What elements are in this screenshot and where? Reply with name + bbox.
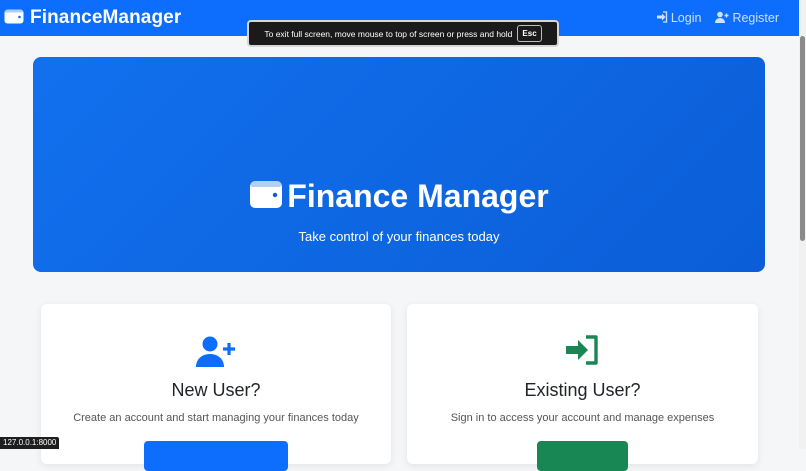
- new-user-title: New User?: [171, 380, 261, 400]
- hero-subtitle: Take control of your finances today: [298, 229, 500, 244]
- status-url: 127.0.0.1:8000: [0, 437, 60, 449]
- user-plus-icon: [715, 11, 729, 26]
- existing-user-card: Existing User? Sign in to access your ac…: [407, 304, 758, 471]
- nav-login-link[interactable]: Login: [656, 10, 702, 26]
- page-scrollbar[interactable]: [799, 0, 806, 449]
- sign-in-icon: [407, 335, 758, 365]
- login-icon: [656, 10, 668, 26]
- new-user-card: New User? Create an account and start ma…: [41, 304, 391, 471]
- nav-register-link[interactable]: Register: [715, 11, 779, 26]
- fullscreen-message: To exit full screen, move mouse to top o…: [264, 28, 513, 39]
- existing-user-text: Sign in to access your account and manag…: [450, 412, 715, 424]
- scrollbar-thumb[interactable]: [800, 36, 805, 241]
- nav-links: Login Register: [656, 10, 779, 26]
- user-plus-icon: [41, 335, 391, 367]
- brand-name: FinanceManager: [30, 7, 182, 28]
- create-account-button[interactable]: [144, 441, 288, 471]
- wallet-icon: [4, 8, 24, 29]
- nav-login-label: Login: [670, 11, 702, 25]
- brand-link[interactable]: FinanceManager: [4, 7, 181, 29]
- hero-title: Finance Manager: [33, 178, 765, 215]
- esc-key-badge: Esc: [517, 25, 542, 42]
- existing-user-title: Existing User?: [524, 380, 641, 400]
- hero-banner: Finance Manager Take control of your fin…: [33, 57, 765, 272]
- fullscreen-notice: To exit full screen, move mouse to top o…: [247, 20, 559, 47]
- nav-register-label: Register: [732, 11, 779, 25]
- wallet-icon: [249, 179, 283, 214]
- sign-in-button[interactable]: [537, 441, 628, 471]
- new-user-text: Create an account and start managing you…: [73, 412, 359, 424]
- hero-title-text: Finance Manager: [287, 178, 549, 214]
